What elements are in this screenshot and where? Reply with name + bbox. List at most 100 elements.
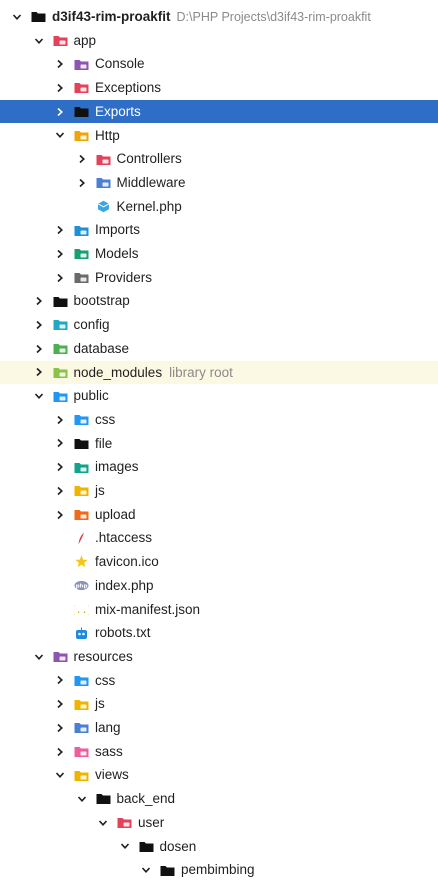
chevron-right-icon[interactable] (53, 413, 67, 427)
chevron-right-icon[interactable] (53, 247, 67, 261)
tree-row-images[interactable]: images (0, 455, 438, 479)
tree-item-label: bootstrap (73, 293, 130, 309)
chevron-right-icon[interactable] (53, 223, 67, 237)
folder-icon (74, 437, 89, 450)
tree-item-label: upload (95, 506, 136, 522)
chevron-right-icon[interactable] (53, 81, 67, 95)
tree-row-app[interactable]: app (0, 29, 438, 53)
tree-row-css[interactable]: css (0, 408, 438, 432)
folder-icon (160, 864, 175, 877)
tree-item-label: js (95, 696, 105, 712)
chevron-right-icon[interactable] (53, 745, 67, 759)
tree-row-node-modules[interactable]: node_modules library root (0, 360, 438, 385)
php-file-icon: php (74, 579, 89, 592)
chevron-right-icon[interactable] (32, 294, 46, 308)
tree-item-label: Kernel.php (116, 198, 182, 214)
tree-row-favicon-ico[interactable]: favicon.ico (0, 550, 438, 574)
chevron-right-icon[interactable] (53, 673, 67, 687)
folder-middleware-icon (96, 176, 111, 189)
tree-item-label: Console (95, 56, 145, 72)
chevron-right-icon[interactable] (53, 697, 67, 711)
tree-item-label: robots.txt (95, 625, 151, 641)
folder-lang-icon (74, 721, 89, 734)
kernel-file-icon (96, 200, 111, 213)
chevron-down-icon[interactable] (139, 863, 153, 877)
project-path: D:\PHP Projects\d3if43-rim-proakfit (176, 9, 371, 24)
folder-database-icon (53, 342, 68, 355)
chevron-right-icon[interactable] (53, 508, 67, 522)
tree-row-index-php[interactable]: php index.php (0, 574, 438, 598)
tree-row-public[interactable]: public (0, 384, 438, 408)
chevron-down-icon[interactable] (118, 839, 132, 853)
tree-row-user[interactable]: user (0, 811, 438, 835)
chevron-right-icon[interactable] (53, 436, 67, 450)
tree-item-label: dosen (159, 838, 197, 854)
tree-row-providers[interactable]: Providers (0, 266, 438, 290)
chevron-down-icon[interactable] (75, 792, 89, 806)
chevron-right-icon[interactable] (53, 57, 67, 71)
chevron-right-icon[interactable] (53, 460, 67, 474)
folder-exceptions-icon (74, 81, 89, 94)
project-name: d3if43-rim-proakfit (52, 9, 171, 25)
tree-row-sass[interactable]: sass (0, 740, 438, 764)
tree-row-exports[interactable]: Exports (0, 99, 438, 124)
tree-row-config[interactable]: config (0, 313, 438, 337)
tree-row-kernel-php[interactable]: Kernel.php (0, 195, 438, 219)
tree-row-js[interactable]: js (0, 479, 438, 503)
tree-row-imports[interactable]: Imports (0, 218, 438, 242)
tree-item-label: .htaccess (95, 530, 153, 546)
tree-row-dosen[interactable]: dosen (0, 835, 438, 859)
htaccess-file-icon (74, 532, 89, 545)
chevron-down-icon[interactable] (32, 650, 46, 664)
chevron-right-icon[interactable] (53, 484, 67, 498)
chevron-down-icon[interactable] (32, 34, 46, 48)
tree-row-mix-manifest-json[interactable]: {..} mix-manifest.json (0, 598, 438, 622)
chevron-down-icon[interactable] (10, 10, 24, 24)
folder-config-icon (53, 318, 68, 331)
tree-row-file[interactable]: file (0, 432, 438, 456)
tree-item-label: index.php (95, 577, 154, 593)
tree-row-back-end[interactable]: back_end (0, 787, 438, 811)
folder-images-icon (74, 461, 89, 474)
chevron-right-icon[interactable] (75, 176, 89, 190)
tree-item-label: Imports (95, 222, 141, 238)
tree-row-exceptions[interactable]: Exceptions (0, 76, 438, 100)
folder-node-icon (53, 366, 68, 379)
chevron-down-icon[interactable] (53, 128, 67, 142)
tree-row-resources[interactable]: resources (0, 645, 438, 669)
chevron-right-icon[interactable] (32, 318, 46, 332)
tree-row-robots-txt[interactable]: robots.txt (0, 621, 438, 645)
tree-row-bootstrap[interactable]: bootstrap (0, 289, 438, 313)
tree-row-js[interactable]: js (0, 692, 438, 716)
tree-row-views[interactable]: views (0, 763, 438, 787)
tree-row-controllers[interactable]: Controllers (0, 147, 438, 171)
folder-icon (139, 840, 154, 853)
chevron-right-icon[interactable] (32, 342, 46, 356)
folder-icon (74, 105, 89, 118)
tree-row--htaccess[interactable]: .htaccess (0, 526, 438, 550)
chevron-down-icon[interactable] (96, 816, 110, 830)
tree-row-pembimbing[interactable]: pembimbing (0, 858, 438, 882)
tree-row-css[interactable]: css (0, 669, 438, 693)
chevron-right-icon[interactable] (53, 721, 67, 735)
tree-item-label: Models (95, 246, 139, 262)
tree-item-label: mix-manifest.json (95, 601, 201, 617)
tree-row-console[interactable]: Console (0, 52, 438, 76)
tree-row-middleware[interactable]: Middleware (0, 171, 438, 195)
folder-resources-icon (53, 650, 68, 663)
tree-row-upload[interactable]: upload (0, 503, 438, 527)
project-root-row[interactable]: d3if43-rim-proakfit D:\PHP Projects\d3if… (0, 5, 438, 29)
chevron-down-icon[interactable] (32, 389, 46, 403)
folder-icon (96, 792, 111, 805)
chevron-right-icon[interactable] (75, 152, 89, 166)
tree-row-http[interactable]: Http (0, 124, 438, 148)
chevron-right-icon[interactable] (32, 365, 46, 379)
tree-row-database[interactable]: database (0, 337, 438, 361)
tree-item-label: user (138, 814, 165, 830)
chevron-right-icon[interactable] (53, 105, 67, 119)
tree-row-models[interactable]: Models (0, 242, 438, 266)
folder-public-icon (53, 390, 68, 403)
tree-row-lang[interactable]: lang (0, 716, 438, 740)
chevron-down-icon[interactable] (53, 768, 67, 782)
chevron-right-icon[interactable] (53, 271, 67, 285)
